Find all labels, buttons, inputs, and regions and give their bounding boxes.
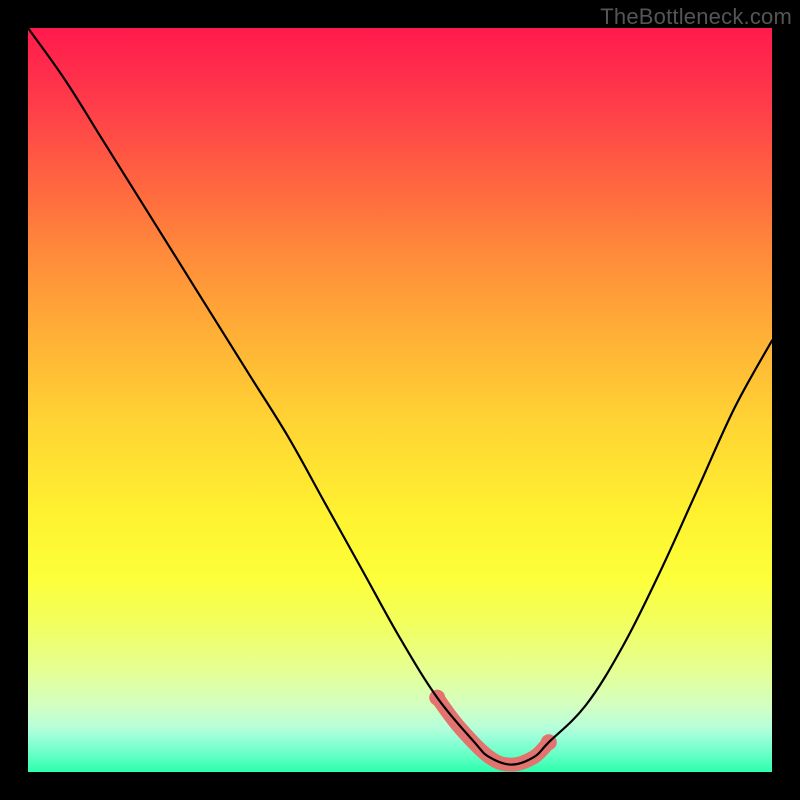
bottleneck-accent-segment (437, 698, 549, 765)
watermark-text: TheBottleneck.com (600, 4, 792, 30)
plot-area (28, 28, 772, 772)
bottleneck-curve-line (28, 28, 772, 765)
chart-frame: TheBottleneck.com (0, 0, 800, 800)
curve-svg (28, 28, 772, 772)
